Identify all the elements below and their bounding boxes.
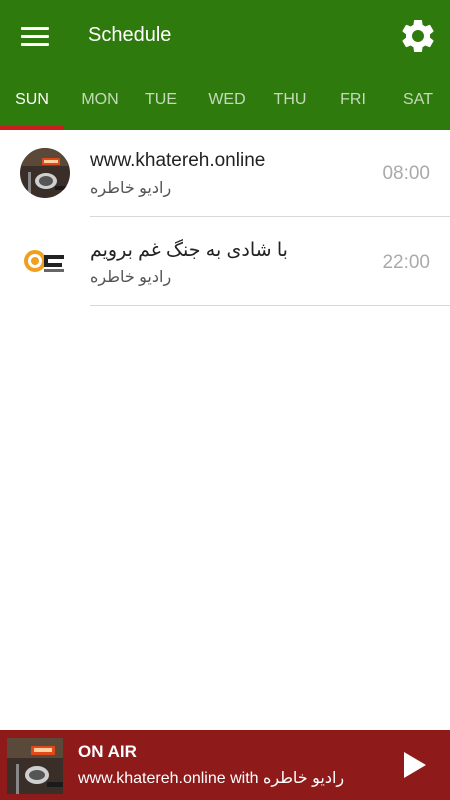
tab-tue[interactable]: TUE [136,80,186,122]
schedule-time: 08:00 [382,163,430,184]
schedule-time: 22:00 [382,252,430,273]
gear-icon[interactable] [398,16,438,56]
tab-sun[interactable]: SUN [0,80,64,122]
schedule-subtitle: رادیو خاطره [90,180,172,197]
tab-fri[interactable]: FRI [330,80,376,122]
schedule-row[interactable]: با شادی به جنگ غم برویم رادیو خاطره 22:0… [0,217,450,306]
now-playing-bar[interactable]: ON AIR www.khatereh.online with رادیو خا… [0,730,450,800]
schedule-title: با شادی به جنگ غم برویم [90,240,288,261]
studio-microphone-image [7,738,63,794]
schedule-title: www.khatereh.online [90,150,266,171]
tab-wed[interactable]: WED [200,80,254,122]
schedule-row[interactable]: www.khatereh.online رادیو خاطره 08:00 [0,130,450,219]
studio-microphone-image [20,148,70,198]
page-title: Schedule [88,24,172,46]
app-bar: Schedule SUN MON TUE WED THU FRI SAT [0,0,450,130]
hamburger-menu-icon[interactable] [15,20,55,52]
tab-sat[interactable]: SAT [395,80,441,122]
on-air-label: ON AIR [78,742,137,761]
toolbar: Schedule [0,0,450,72]
khatereh-logo-image [20,237,70,287]
schedule-subtitle: رادیو خاطره [90,269,172,286]
tab-thu[interactable]: THU [265,80,315,122]
now-playing-text: www.khatereh.online with رادیو خاطره [78,770,345,787]
day-tabs: SUN MON TUE WED THU FRI SAT [0,80,450,130]
tab-mon[interactable]: MON [64,80,136,122]
row-divider [90,305,450,306]
play-icon[interactable] [396,746,432,784]
